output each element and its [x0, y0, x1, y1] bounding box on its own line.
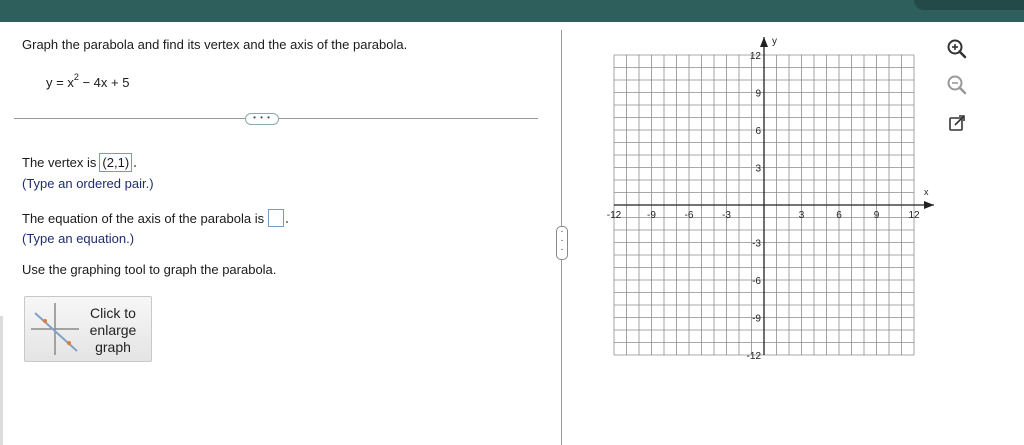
vertex-answer-box[interactable]: (2,1): [99, 153, 133, 172]
enlarge-graph-label: Click to enlarge graph: [89, 305, 137, 355]
equation-rhs: − 4x + 5: [78, 75, 130, 90]
enlarge-graph-button[interactable]: Click to enlarge graph: [24, 296, 152, 362]
equation-lhs: y = x: [46, 75, 74, 90]
vertex-line: The vertex is (2,1): [22, 153, 137, 172]
y-tick-label: 9: [755, 89, 761, 100]
x-tick-label: -6: [685, 210, 694, 221]
x-tick-label: -3: [722, 210, 731, 221]
question-text: Graph the parabola and find its vertex a…: [22, 37, 408, 52]
x-tick-label: -9: [647, 210, 656, 221]
x-axis-label: x: [924, 187, 929, 197]
x-tick-label: -12: [607, 210, 622, 221]
top-bar-tab: [914, 0, 1024, 10]
y-tick-label: -12: [747, 351, 762, 362]
coordinate-graph[interactable]: x y -12 -9 -6 -3 3 6 9 12 12 9 6 3 -3 -6 -9 -12: [590, 30, 950, 370]
axis-prefix: The equation of the axis of the parabola…: [22, 211, 265, 226]
external-link-icon[interactable]: [946, 112, 968, 134]
x-axis-arrow: [924, 201, 934, 209]
expand-more-button[interactable]: • • •: [245, 113, 279, 125]
axis-hint: (Type an equation.): [22, 231, 135, 246]
panel-edge: [0, 316, 3, 445]
y-tick-label: -6: [752, 276, 761, 287]
y-axis-arrow: [760, 37, 768, 47]
resize-handle[interactable]: · · ·: [556, 226, 568, 260]
axis-answer-box[interactable]: [268, 209, 285, 227]
equation: y = x2 − 4x + 5: [46, 72, 129, 90]
period-dot: [134, 165, 137, 167]
x-tick-label: 6: [836, 210, 842, 221]
x-tick-label: 3: [799, 210, 805, 221]
x-tick-label: 12: [908, 210, 920, 221]
vertex-prefix: The vertex is: [22, 155, 97, 170]
y-tick-label: -9: [752, 314, 761, 325]
y-axis-label: y: [772, 36, 777, 47]
axis-line: The equation of the axis of the parabola…: [22, 209, 289, 227]
y-tick-label: 12: [750, 51, 762, 62]
graph-thumbnail-icon: [31, 303, 79, 355]
top-bar: [0, 0, 1024, 22]
y-tick-label: 3: [755, 164, 761, 175]
zoom-out-icon[interactable]: [946, 74, 968, 96]
x-tick-label: 9: [874, 210, 880, 221]
instruction-text: Use the graphing tool to graph the parab…: [22, 262, 277, 277]
vertex-hint: (Type an ordered pair.): [22, 176, 154, 191]
y-tick-label: 6: [755, 126, 761, 137]
y-tick-label: -3: [752, 239, 761, 250]
zoom-in-icon[interactable]: [946, 38, 968, 60]
period-dot: [286, 221, 289, 223]
